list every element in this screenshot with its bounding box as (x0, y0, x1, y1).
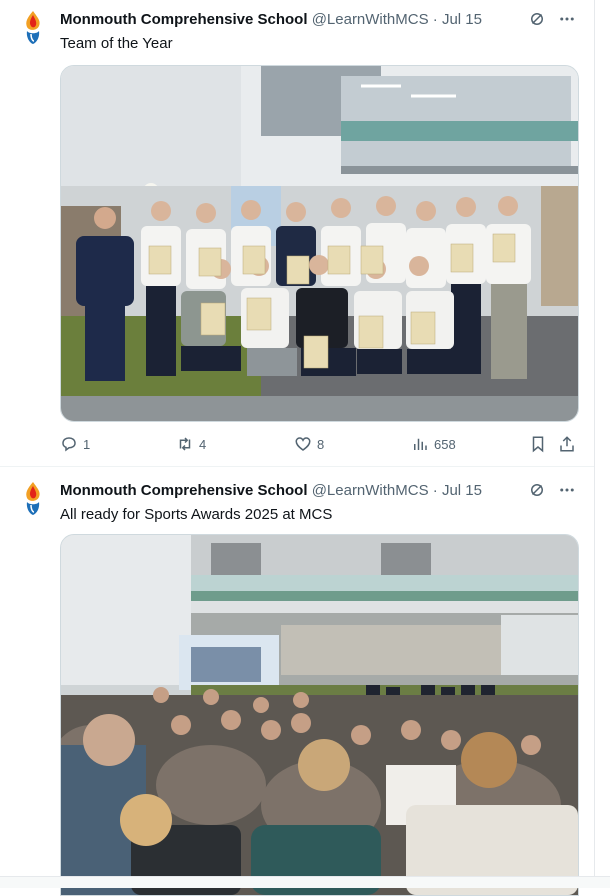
tweet-text: Team of the Year (60, 35, 173, 52)
more-icon[interactable] (558, 481, 576, 499)
tweet[interactable]: Monmouth Comprehensive School @LearnWith… (0, 481, 594, 896)
more-icon[interactable] (558, 10, 576, 28)
timeline: Monmouth Comprehensive School @LearnWith… (0, 0, 595, 896)
share-icon (560, 436, 574, 452)
bookmark-icon (532, 436, 544, 453)
like-count: 8 (317, 436, 325, 452)
audience-photo-image (61, 535, 578, 895)
tweet-header: Monmouth Comprehensive School @LearnWith… (60, 10, 580, 30)
flame-logo-icon (26, 11, 40, 44)
header-actions (528, 481, 576, 499)
reply-icon (62, 437, 76, 452)
tweet[interactable]: Monmouth Comprehensive School @LearnWith… (0, 10, 594, 465)
avatar[interactable] (22, 10, 44, 46)
author-handle[interactable]: @LearnWithMCS (312, 482, 429, 499)
grok-icon[interactable] (528, 481, 546, 499)
reply-count: 1 (83, 436, 91, 452)
team-photo-image (61, 66, 578, 421)
author-name[interactable]: Monmouth Comprehensive School (60, 482, 308, 499)
view-count: 658 (434, 436, 456, 452)
tweet-photo[interactable] (60, 534, 579, 896)
grok-icon[interactable] (528, 10, 546, 28)
tweet-date[interactable]: Jul 15 (442, 482, 482, 499)
retweet-button[interactable]: 4 (176, 434, 206, 454)
header-actions (528, 10, 576, 28)
views-button[interactable]: 658 (411, 434, 456, 454)
avatar[interactable] (22, 481, 44, 517)
separator: · (432, 482, 438, 499)
like-button[interactable]: 8 (294, 434, 324, 454)
retweet-icon (179, 437, 191, 451)
author-name[interactable]: Monmouth Comprehensive School (60, 11, 308, 28)
tweet-actions: 1 4 8 658 (60, 434, 580, 454)
flame-logo-icon (26, 482, 40, 515)
tweet-photo[interactable] (60, 65, 579, 422)
views-icon (414, 438, 427, 450)
like-icon (295, 437, 311, 451)
bottom-edge (0, 876, 610, 888)
tweet-divider (0, 466, 594, 467)
author-handle[interactable]: @LearnWithMCS (312, 11, 429, 28)
tweet-header: Monmouth Comprehensive School @LearnWith… (60, 481, 580, 501)
share-button[interactable] (558, 434, 576, 454)
tweet-text: All ready for Sports Awards 2025 at MCS (60, 506, 333, 523)
reply-button[interactable]: 1 (60, 434, 90, 454)
separator: · (432, 11, 438, 28)
retweet-count: 4 (199, 436, 207, 452)
tweet-date[interactable]: Jul 15 (442, 11, 482, 28)
bookmark-button[interactable] (529, 434, 547, 454)
